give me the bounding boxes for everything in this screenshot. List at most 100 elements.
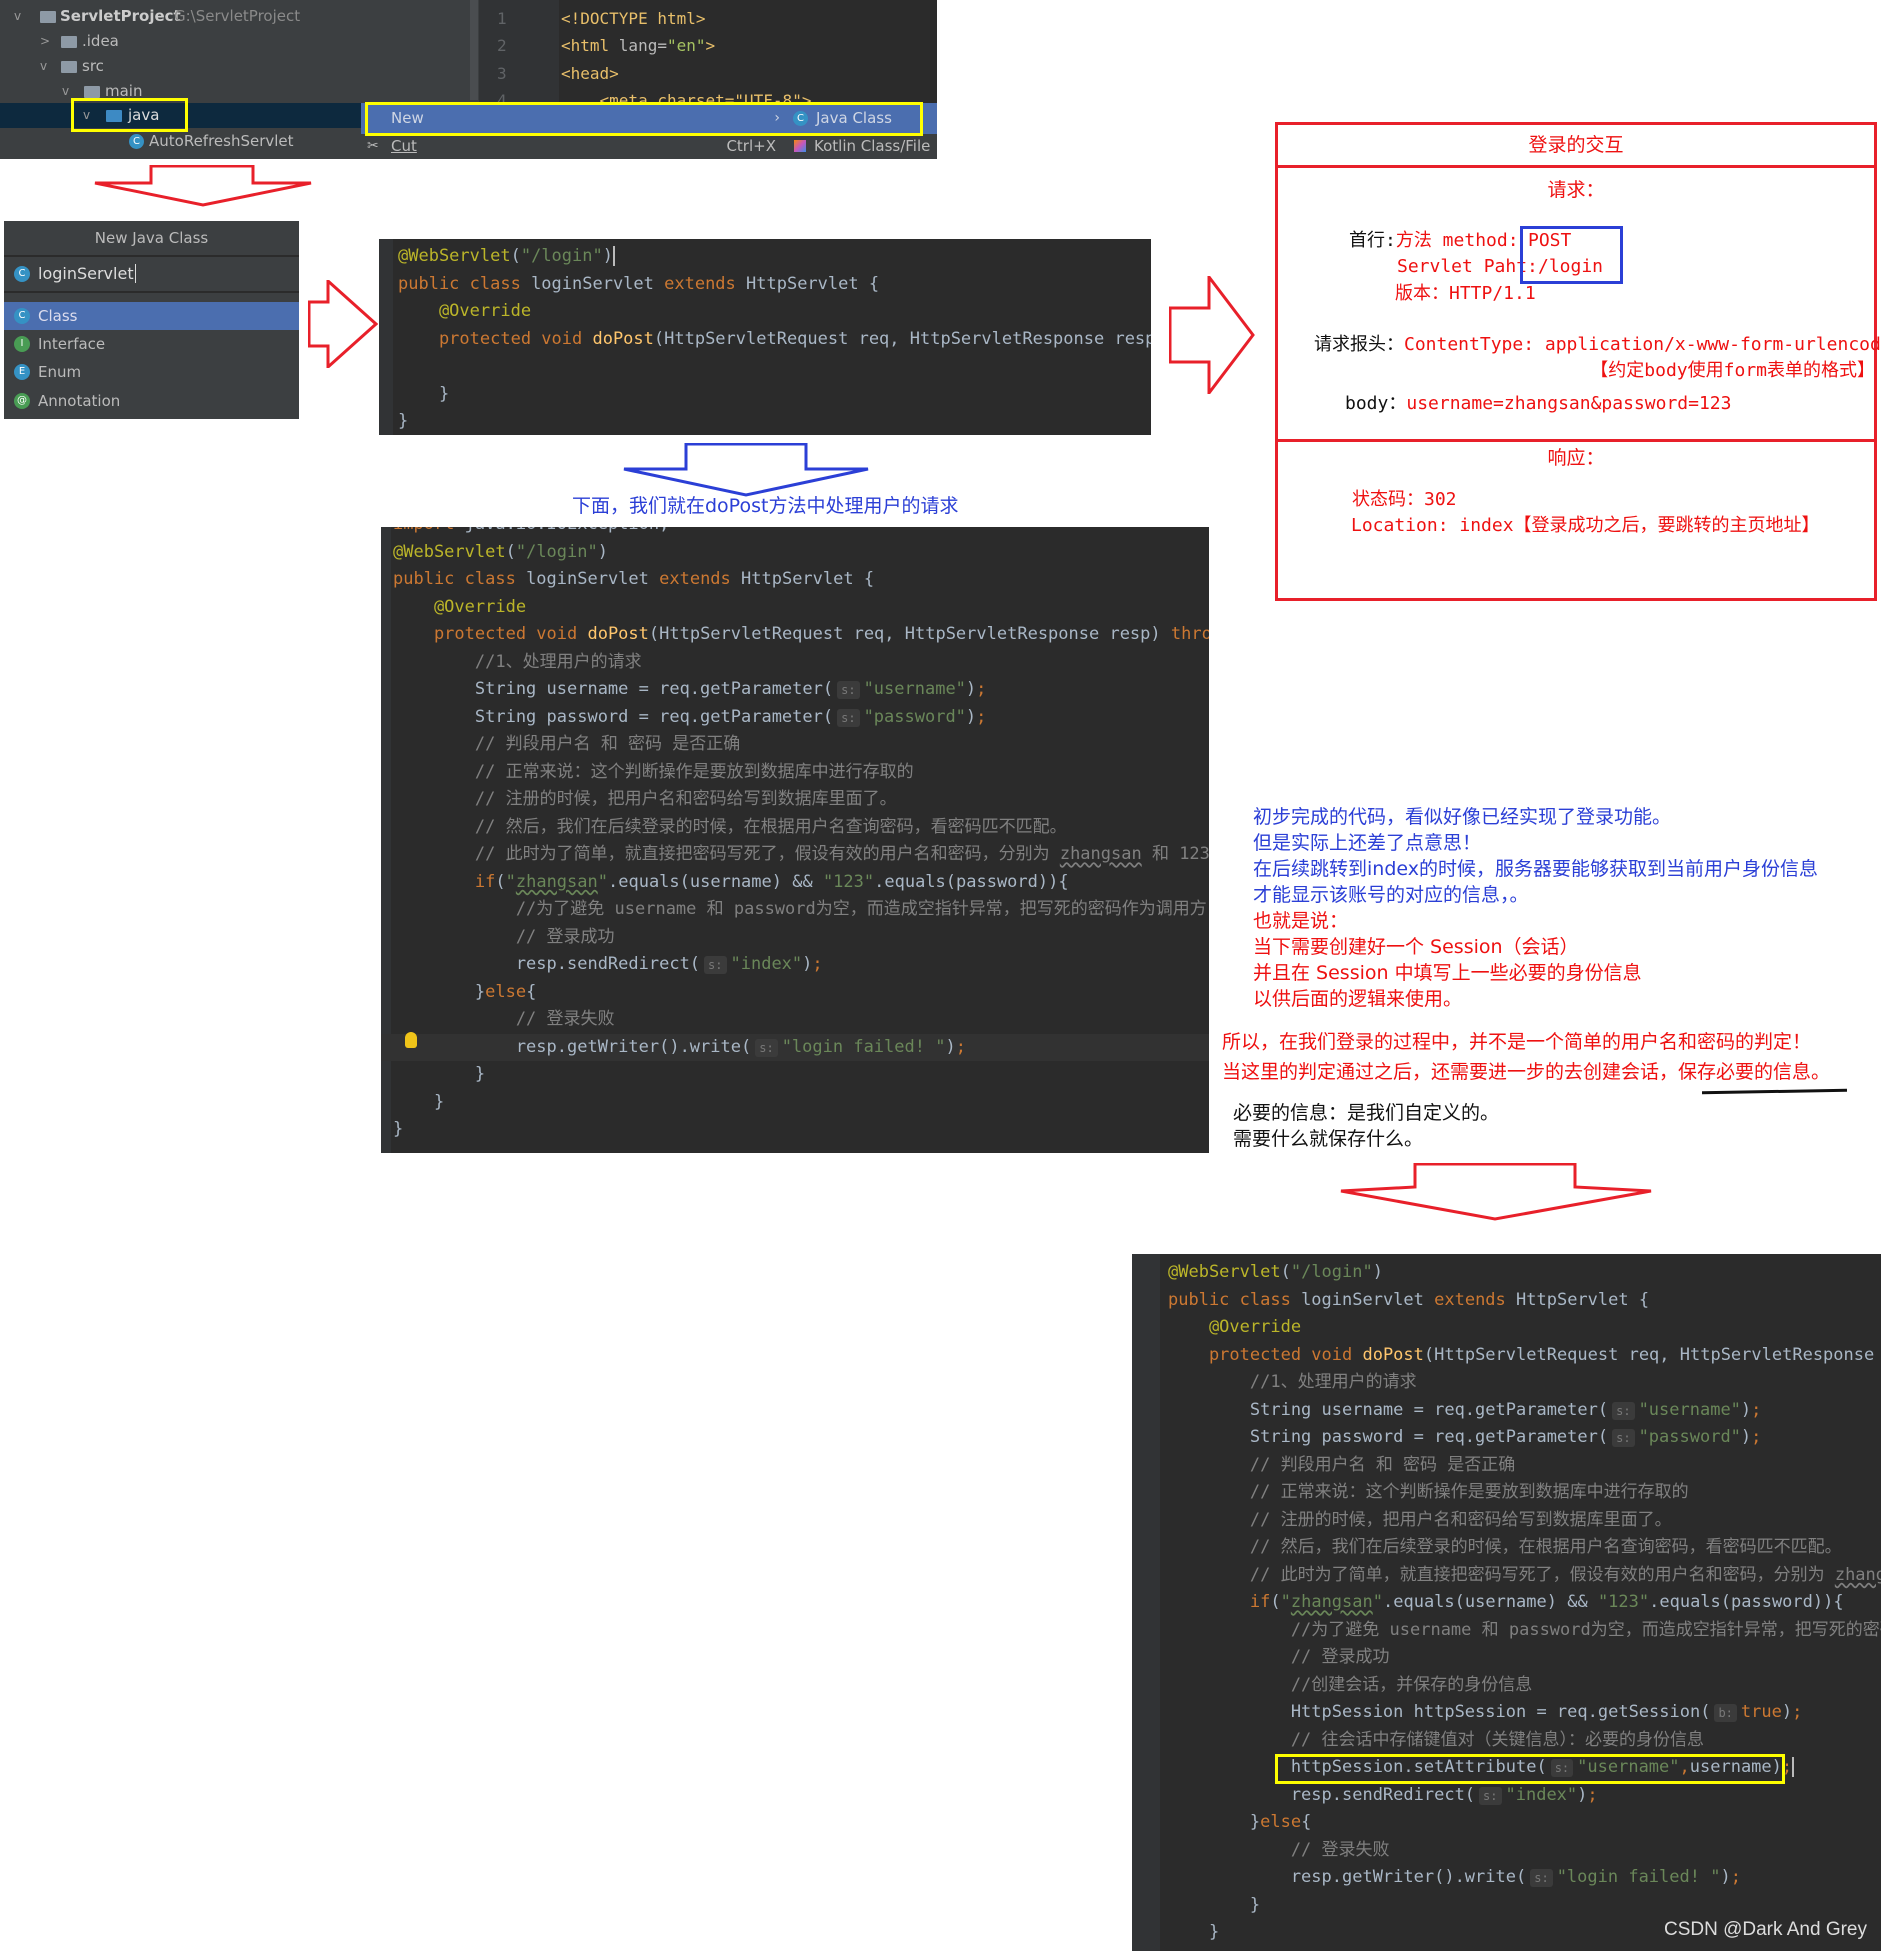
code-token: true [1740,1702,1782,1722]
code-line: } [381,1116,1209,1144]
kind-item-enum[interactable]: E Enum [4,358,299,386]
kind-item-class[interactable]: C Class [4,302,299,330]
menu-item-kotlin-class[interactable]: Kotlin Class/File [786,134,937,159]
highlight-box [365,102,923,136]
code-line: //为了避免 username 和 password为空，而造成空指针异常，把写… [1132,1617,1881,1645]
chevron-down-icon[interactable]: v [14,4,21,29]
version: 版本：HTTP/1.1 [1395,283,1536,304]
code-token: .equals(username) && [1383,1592,1598,1612]
code-token: //为了避免 username 和 password为空，而造成空指针异常，把写… [393,899,1207,919]
folder-icon [84,86,100,98]
watermark: CSDN @Dark And Grey [1663,1919,1867,1940]
code-editor-dopost[interactable]: import java.io.IOException;@WebServlet("… [381,527,1209,1153]
code-token: ; [1730,1867,1741,1887]
code-line: String password = req.getParameter(s: "pa… [381,704,1209,732]
code-token: // 往会话中存储键值对（关键信息）：必要的身份信息 [1168,1729,1705,1750]
kind-item-interface[interactable]: I Interface [4,330,299,358]
kind-item-annotation[interactable]: @ Annotation [4,386,299,416]
class-name-input[interactable]: C loginServlet [4,257,299,293]
code-editor-initial[interactable]: @WebServlet("/login") public class loginS… [379,239,1151,435]
code-token: ) [945,1036,956,1057]
code-token: @WebServlet [398,246,511,266]
tree-item-idea[interactable]: > .idea [0,29,479,54]
code-token: ( [495,871,506,892]
chevron-right-icon[interactable]: > [40,29,50,54]
tree-item-src[interactable]: v src [0,54,479,79]
code-line: resp.getWriter().write(s: "login failed! … [381,1033,1209,1061]
chevron-down-icon[interactable]: v [62,79,69,104]
code-token: else [1260,1812,1302,1832]
code-line: // 判段用户名 和 密码 是否正确 [1132,1452,1881,1480]
code-token: "password" [1638,1427,1741,1447]
parameter-hint: s: [1479,1786,1502,1805]
menu-item-cut[interactable]: ✂ Cut Ctrl+X [361,134,786,159]
code-token: "/login" [515,541,598,562]
code-token: "en" [666,36,706,55]
project-path: G:\ServletProject [174,7,301,25]
kotlin-icon [794,140,806,152]
code-line: // 注册的时候，把用户名和密码给写到数据库里面了。 [381,786,1209,814]
code-token: ( [1270,1592,1281,1612]
kind-label: Interface [38,335,106,353]
code-token: if [1168,1592,1271,1612]
code-editor-session[interactable]: @WebServlet("/login") public class loginS… [1132,1254,1881,1951]
request-heading: 请求： [1547,179,1605,201]
code-line: resp.getWriter().write(s: "login failed! … [1132,1864,1881,1892]
code-token: // 登录失败 [393,1009,615,1029]
code-line: // 注册的时候，把用户名和密码给写到数据库里面了。 [1132,1507,1881,1535]
code-line: if("zhangsan".equals(username) && "123".… [381,869,1209,897]
code-token: } [393,1119,404,1139]
code-token: } [398,411,409,431]
code-token: ) [602,246,613,266]
code-line: HttpSession httpSession = req.getSession… [1132,1699,1881,1727]
status-code: 状态码：302 [1352,489,1457,510]
highlight-box [71,98,188,132]
code-token: } [393,1064,486,1084]
highlight-box [1520,226,1623,284]
code-token: @Override [398,301,532,321]
code-token: // 正常来说：这个判断操作是要放到数据库中进行存取的 [1168,1482,1689,1502]
code-token: @Override [1168,1317,1302,1337]
line-number: 3 [497,64,507,83]
note-line: 以供后面的逻辑来使用。 [1253,988,1463,1010]
code-token: > [705,36,716,55]
code-token: } [1168,1812,1261,1832]
code-token: protected void [398,328,593,349]
text-cursor [1792,1757,1795,1777]
code-token: "login failed! " [1556,1867,1721,1887]
code-token: // 正常来说：这个判断操作是要放到数据库中进行存取的 [393,761,914,782]
code-token: .equals(username) && [608,871,823,892]
code-token: ; [1587,1784,1598,1805]
code-line: } [1132,1892,1881,1920]
code-line: //1、处理用户的请求 [381,649,1209,677]
code-token: "123" [1597,1592,1650,1612]
code-line: //创建会话，并保存的身份信息 [1132,1672,1881,1700]
lightbulb-icon[interactable] [405,1032,417,1048]
highlight-box [1275,1754,1785,1784]
code-token: zhangsan [1290,1592,1373,1612]
project-name: ServletProject [60,7,181,25]
code-line: resp.sendRedirect(s: "index"); [1132,1782,1881,1810]
tree-label: src [82,57,104,75]
code-token: } [393,981,486,1002]
chevron-down-icon[interactable]: v [40,54,47,79]
code-token: ; [976,706,987,727]
scrollbar[interactable] [470,0,478,100]
code-token: doPost [1362,1344,1424,1365]
code-token: // 登录成功 [1168,1647,1390,1667]
menu-label: Cut [391,137,417,155]
code-token: ) [597,541,608,562]
code-line: protected void doPost(HttpServletRequest… [381,621,1209,649]
class-name-value: loginServlet [38,264,136,283]
parameter-hint: s: [1612,1401,1635,1420]
code-token: .equals(password)){ [1649,1592,1844,1612]
divider [1275,439,1877,442]
code-token: "index" [730,954,803,974]
code-token: resp.sendRedirect( [393,954,701,974]
note-line: 需要什么就保存什么。 [1233,1128,1424,1150]
code-token: HttpServlet { [746,273,880,294]
code-token: doPost [587,624,649,644]
tree-item-servletproject[interactable]: v ServletProject G:\ServletProject [0,4,479,29]
underline-stroke [1701,1088,1848,1095]
project-icon [40,11,56,23]
